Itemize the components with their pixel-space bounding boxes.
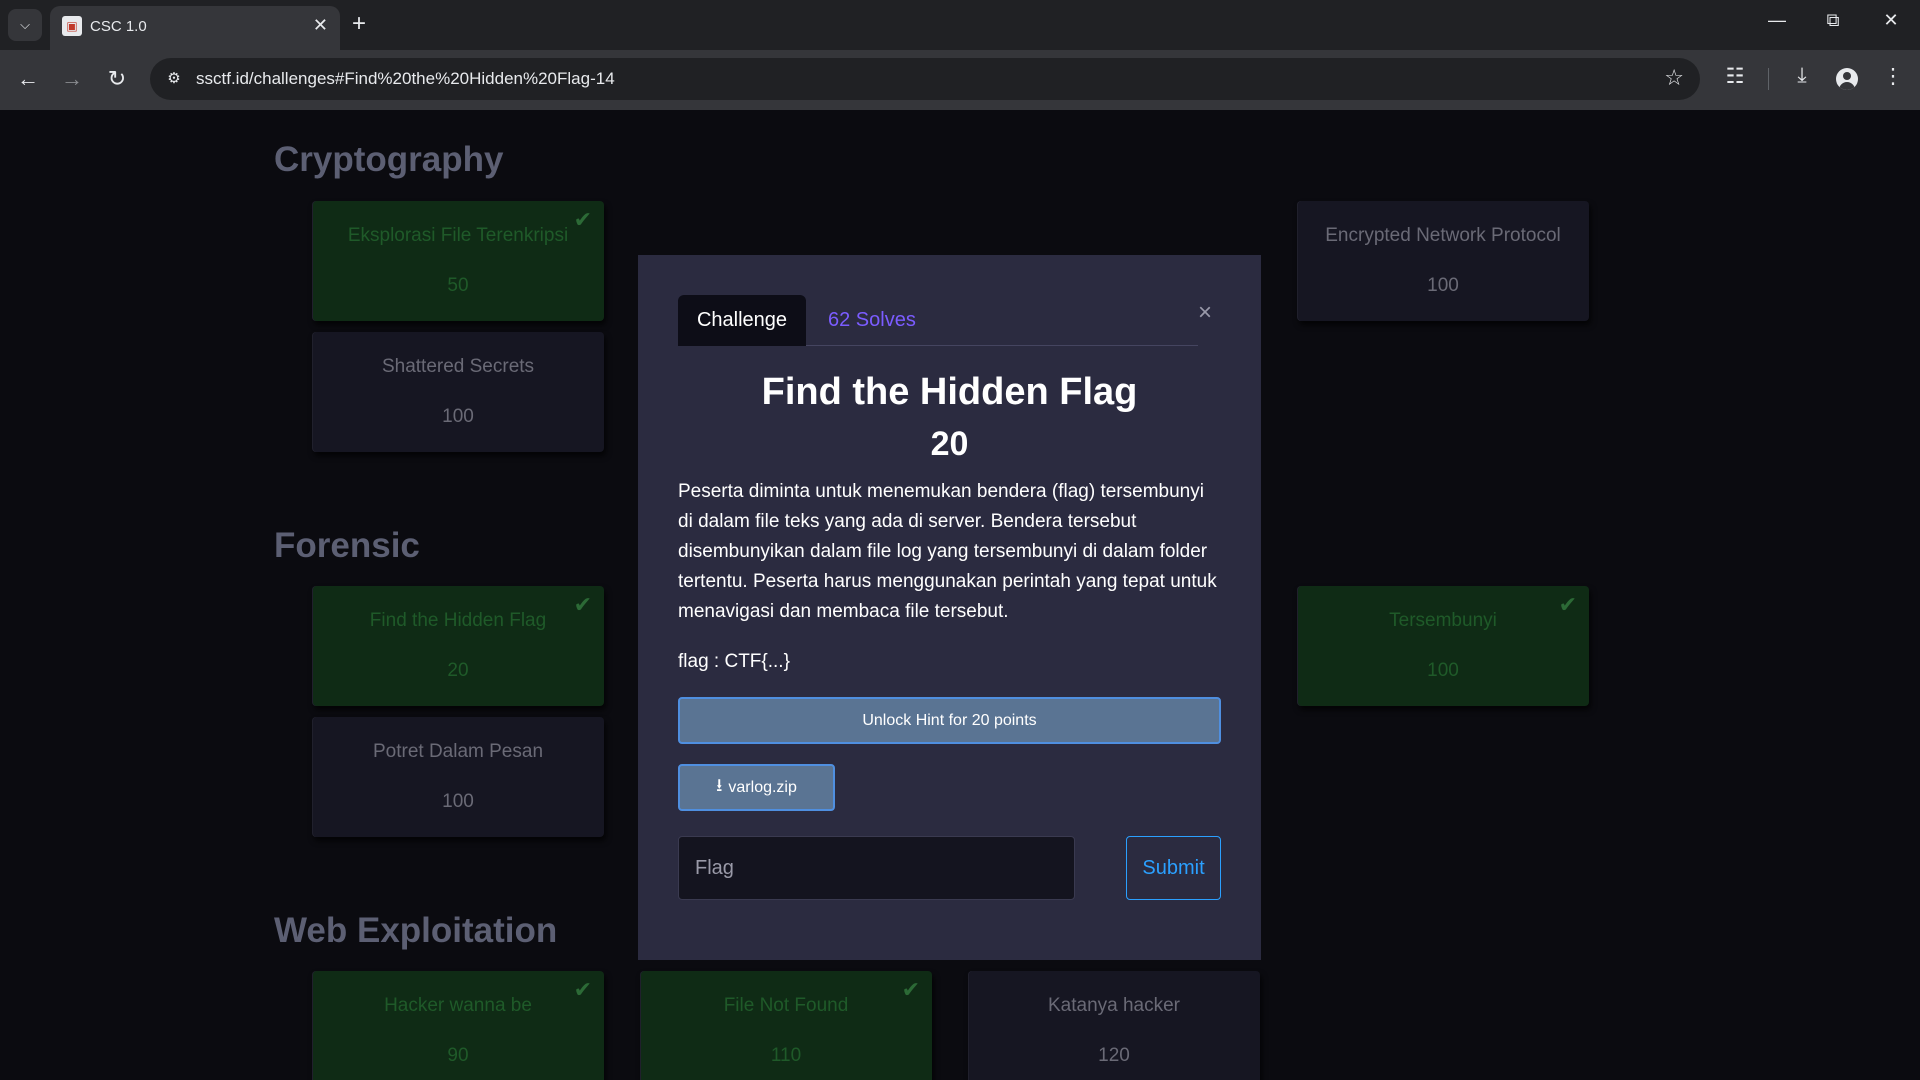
category-title-cryptography: Cryptography	[274, 140, 504, 179]
menu-icon[interactable]: ⋮	[1878, 64, 1908, 89]
extensions-icon[interactable]: ☷	[1720, 64, 1750, 89]
tab-solves[interactable]: 62 Solves	[828, 295, 916, 346]
category-title-web-exploitation: Web Exploitation	[274, 911, 558, 950]
tab-search-icon[interactable]: ⌵	[8, 9, 42, 41]
address-bar[interactable]: ⚙ ssctf.id/challenges#Find%20the%20Hidde…	[150, 58, 1700, 100]
challenge-name: File Not Found	[723, 995, 849, 1016]
modal-tabs: Challenge 62 Solves	[678, 295, 1198, 346]
challenge-name: Hacker wanna be	[384, 995, 532, 1016]
challenge-points: 20	[447, 660, 469, 681]
challenge-name: Katanya hacker	[1047, 995, 1181, 1016]
challenge-card[interactable]: Encrypted Network Protocol 100	[1297, 201, 1589, 321]
challenge-card[interactable]: Shattered Secrets 100	[312, 332, 604, 452]
challenge-name: Find the Hidden Flag	[369, 610, 547, 631]
flag-input[interactable]	[678, 836, 1075, 900]
challenges-page: Cryptography ✔ Eksplorasi File Terenkrip…	[0, 110, 1920, 1080]
challenge-modal: Challenge 62 Solves × Find the Hidden Fl…	[638, 255, 1261, 960]
browser-tab[interactable]: ▣ CSC 1.0 ✕	[50, 6, 340, 50]
challenge-name: Tersembunyi	[1389, 610, 1497, 631]
challenge-name: Encrypted Network Protocol	[1325, 225, 1561, 246]
challenge-card[interactable]: ✔ Eksplorasi File Terenkripsi 50	[312, 201, 604, 321]
challenge-card[interactable]: Katanya hacker 120	[968, 971, 1260, 1080]
close-icon[interactable]: ✕	[313, 15, 328, 36]
flag-format: flag : CTF{...}	[678, 651, 790, 672]
file-name: varlog.zip	[728, 778, 797, 796]
challenge-points: 110	[770, 1045, 802, 1066]
tab-title: CSC 1.0	[90, 18, 147, 35]
bookmark-star-icon[interactable]: ☆	[1664, 65, 1684, 91]
challenge-points: 100	[1427, 660, 1459, 681]
url-text[interactable]: ssctf.id/challenges#Find%20the%20Hidden%…	[196, 69, 615, 89]
reload-icon[interactable]: ↻	[102, 66, 132, 92]
download-file-button[interactable]: ⭳ varlog.zip	[678, 764, 835, 811]
download-icon[interactable]: ⤓	[1787, 64, 1817, 88]
challenge-points: 90	[447, 1045, 469, 1066]
challenge-points: 120	[1098, 1045, 1130, 1066]
plus-icon[interactable]: +	[352, 10, 366, 38]
favicon: ▣	[62, 16, 82, 36]
submit-button[interactable]: Submit	[1126, 836, 1221, 900]
forward-icon[interactable]: →	[57, 66, 87, 92]
challenge-points: 50	[447, 275, 469, 296]
challenge-points: 100	[442, 791, 474, 812]
unlock-hint-button[interactable]: Unlock Hint for 20 points	[678, 697, 1221, 744]
challenge-points: 100	[1427, 275, 1459, 296]
profile-icon[interactable]	[1836, 68, 1858, 90]
download-icon: ⭳	[716, 774, 723, 795]
challenge-name: Potret Dalam Pesan	[372, 741, 544, 762]
challenge-card[interactable]: Potret Dalam Pesan 100	[312, 717, 604, 837]
restore-icon[interactable]: ⧉	[1821, 10, 1845, 31]
category-title-forensic: Forensic	[274, 526, 420, 565]
back-icon[interactable]: ←	[13, 66, 43, 92]
challenge-card[interactable]: ✔ Hacker wanna be 90	[312, 971, 604, 1080]
challenge-card[interactable]: ✔ Tersembunyi 100	[1297, 586, 1589, 706]
challenge-card[interactable]: ✔ Find the Hidden Flag 20	[312, 586, 604, 706]
challenge-name: Eksplorasi File Terenkripsi	[347, 225, 569, 246]
toolbar-divider	[1768, 68, 1769, 90]
close-window-icon[interactable]: ✕	[1879, 10, 1903, 31]
browser-tab-bar: ⌵ ▣ CSC 1.0 ✕ + — ⧉ ✕	[0, 0, 1920, 50]
tab-challenge[interactable]: Challenge	[678, 295, 806, 346]
challenge-title: Find the Hidden Flag	[761, 371, 1138, 413]
challenge-value: 20	[930, 425, 969, 463]
challenge-description: Peserta diminta untuk menemukan bendera …	[678, 481, 1217, 622]
challenge-name: Shattered Secrets	[381, 356, 535, 377]
close-icon[interactable]: ×	[1198, 299, 1212, 327]
site-info-icon[interactable]: ⚙	[162, 67, 186, 91]
challenge-card[interactable]: ✔ File Not Found 110	[640, 971, 932, 1080]
minimize-icon[interactable]: —	[1765, 10, 1789, 31]
challenge-points: 100	[442, 406, 474, 427]
